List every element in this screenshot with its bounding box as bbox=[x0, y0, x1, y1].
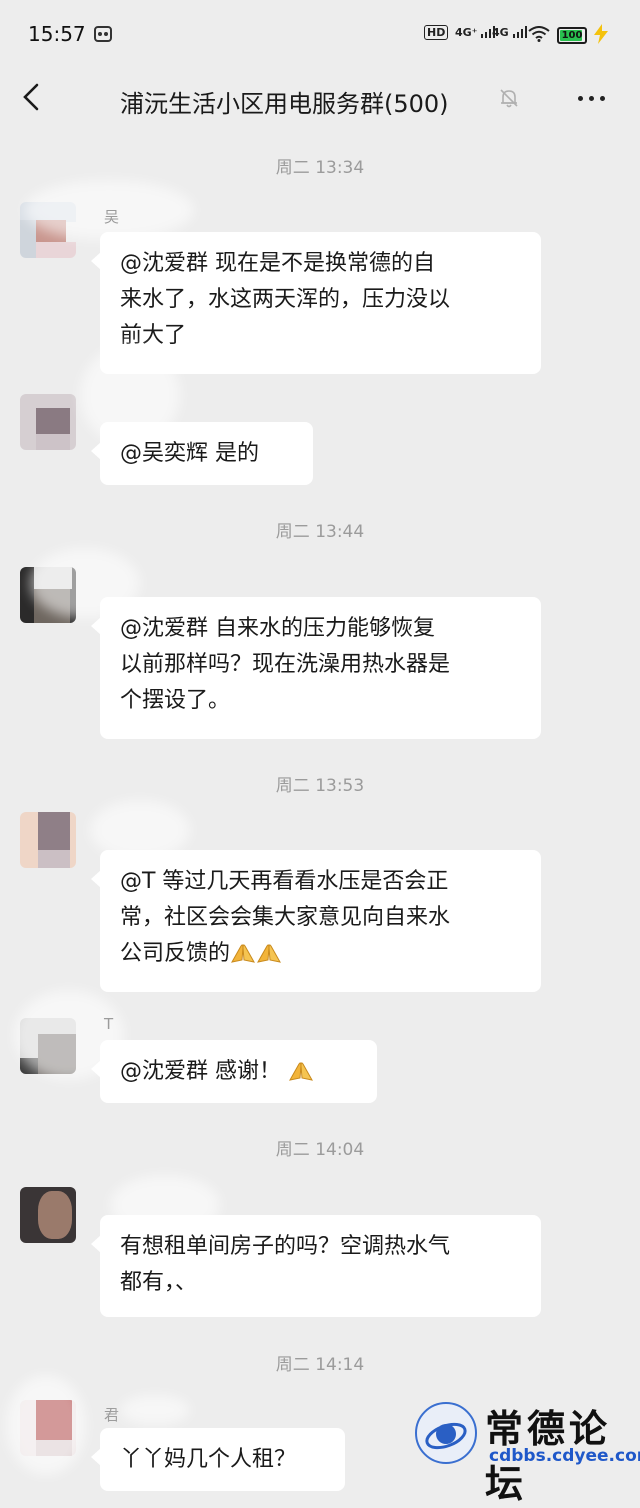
battery-icon: 100 bbox=[557, 27, 587, 44]
forum-watermark: 常德论坛 cdbbs.cdyee.com bbox=[405, 1392, 640, 1506]
signal-4g-plus-icon: 4G⁺ bbox=[455, 26, 496, 42]
chat-title: 浦沅生活小区用电服务群(500) bbox=[120, 90, 449, 118]
message-line: @沈爱群 感谢！ bbox=[120, 1054, 357, 1090]
blur-patch bbox=[120, 1395, 190, 1425]
message-line: 公司反馈的 bbox=[120, 936, 521, 972]
blur-patch bbox=[6, 1375, 86, 1475]
chat-header: 浦沅生活小区用电服务群(500) bbox=[0, 68, 640, 130]
time-separator: 周二 13:34 bbox=[275, 158, 365, 178]
sender-name: 吴 bbox=[104, 208, 120, 226]
chevron-left-icon bbox=[23, 83, 39, 111]
avatar[interactable] bbox=[20, 812, 76, 868]
signal-4g-icon: 4G bbox=[492, 26, 527, 42]
wifi-icon bbox=[528, 26, 550, 42]
message-line: @T 等过几天再看看水压是否会正 bbox=[120, 869, 449, 894]
time-separator: 周二 14:14 bbox=[275, 1355, 365, 1375]
message-bubble[interactable]: @T 等过几天再看看水压是否会正 常，社区会会集大家意见向自来水 公司反馈的 bbox=[91, 850, 541, 992]
message-bubble[interactable]: @沈爱群 现在是不是换常德的自 来水了，水这两天浑的，压力没以 前大了 bbox=[91, 232, 541, 374]
message-line: 以前那样吗？现在洗澡用热水器是 bbox=[120, 652, 451, 677]
message-bubble[interactable]: @吴奕辉 是的 bbox=[91, 422, 313, 485]
message-line: 来水了，水这两天浑的，压力没以 bbox=[120, 287, 451, 312]
pray-emoji-icon bbox=[289, 1062, 313, 1081]
message-line: 丫丫妈几个人租？ bbox=[120, 1447, 297, 1472]
message-line: 个摆设了。 bbox=[120, 688, 231, 713]
time-separator: 周二 14:04 bbox=[275, 1140, 365, 1160]
more-dot bbox=[578, 95, 583, 101]
avatar[interactable] bbox=[20, 1187, 76, 1243]
status-time: 15:57 bbox=[28, 22, 86, 46]
message-text: 公司反馈的 bbox=[120, 941, 231, 966]
message-line: 有想租单间房子的吗？空调热水气 bbox=[120, 1234, 451, 1259]
message-line: @沈爱群 现在是不是换常德的自 bbox=[120, 251, 435, 276]
message-line: @吴奕辉 是的 bbox=[120, 441, 259, 466]
time-separator: 周二 13:53 bbox=[275, 776, 365, 796]
watermark-url: cdbbs.cdyee.com bbox=[489, 1446, 640, 1466]
message-line: @沈爱群 自来水的压力能够恢复 bbox=[120, 616, 435, 641]
forum-logo bbox=[415, 1402, 477, 1464]
sender-name: T bbox=[104, 1015, 114, 1033]
app-notification-icon bbox=[94, 26, 112, 42]
pray-emoji-icon bbox=[257, 944, 281, 963]
message-line: 常，社区会会集大家意见向自来水 bbox=[120, 905, 451, 930]
message-bubble[interactable]: @沈爱群 感谢！ bbox=[91, 1040, 377, 1103]
back-button[interactable] bbox=[20, 82, 44, 112]
sender-name: 君 bbox=[104, 1406, 120, 1424]
bell-off-icon bbox=[500, 89, 518, 108]
message-bubble[interactable]: 丫丫妈几个人租？ bbox=[91, 1428, 345, 1491]
status-bar: 15:57 HD 4G⁺ 4G 100 bbox=[0, 0, 640, 68]
more-options-button[interactable] bbox=[578, 88, 614, 108]
pray-emoji-icon bbox=[231, 944, 255, 963]
more-dot bbox=[589, 95, 594, 101]
message-line: 都有，、 bbox=[120, 1270, 198, 1295]
message-line: 前大了 bbox=[120, 323, 187, 348]
message-bubble[interactable]: @沈爱群 自来水的压力能够恢复 以前那样吗？现在洗澡用热水器是 个摆设了。 bbox=[91, 597, 541, 739]
hd-icon: HD bbox=[424, 25, 449, 42]
time-separator: 周二 13:44 bbox=[275, 522, 365, 542]
more-dot bbox=[600, 95, 605, 101]
avatar[interactable] bbox=[20, 394, 76, 450]
message-bubble[interactable]: 有想租单间房子的吗？空调热水气 都有，、 bbox=[91, 1215, 541, 1317]
charging-icon bbox=[594, 24, 608, 44]
message-text: @沈爱群 感谢！ bbox=[120, 1059, 281, 1084]
